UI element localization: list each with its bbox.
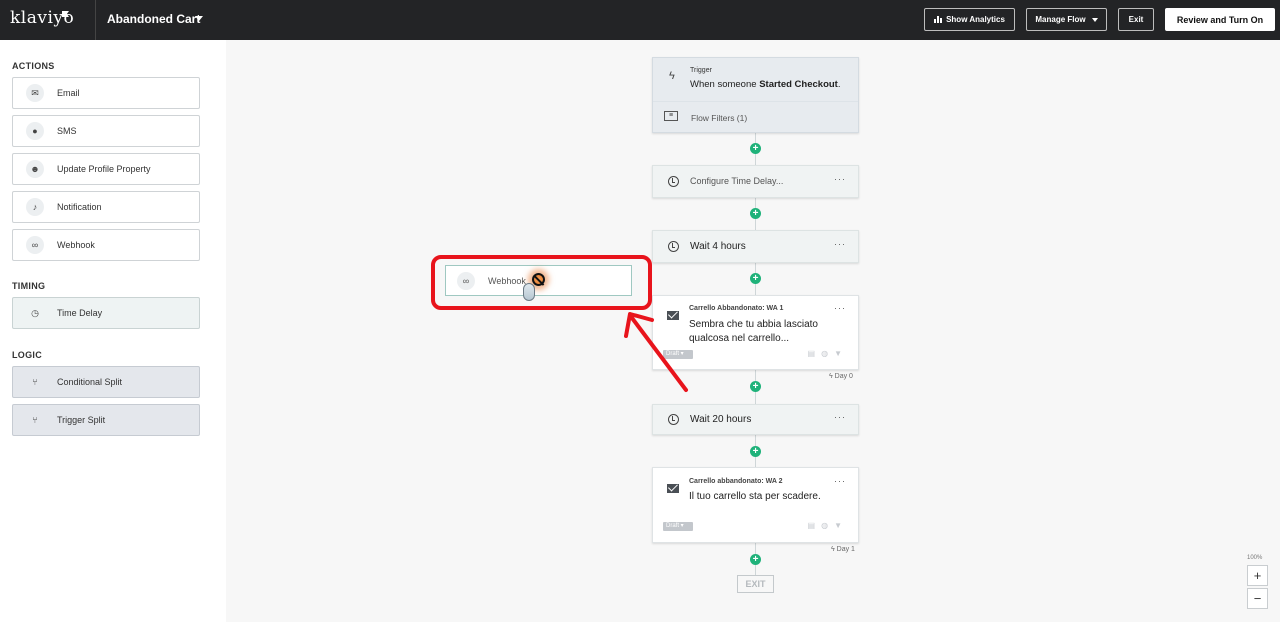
configure-time-delay-card[interactable]: Configure Time Delay... ··· [652, 165, 859, 198]
sidebar-item-label: Time Delay [57, 308, 103, 318]
status-label: Draft [666, 523, 680, 529]
review-and-turn-on-button[interactable]: Review and Turn On [1165, 8, 1275, 31]
chevron-down-icon[interactable] [195, 16, 203, 21]
sidebar-item-sms[interactable]: ● SMS [12, 115, 200, 147]
draft-status-badge[interactable]: Draft ▾ [663, 522, 693, 531]
wait-20-hours-card[interactable]: Wait 20 hours ··· [652, 404, 859, 435]
sidebar-item-label: Trigger Split [57, 415, 106, 425]
sidebar-item-trigger-split[interactable]: ⑂ Trigger Split [12, 404, 200, 436]
email-preview: Il tuo carrello sta per scadere. [689, 491, 821, 502]
sidebar-item-update-profile-property[interactable]: ☻ Update Profile Property [12, 153, 200, 185]
person-icon: ☻ [26, 160, 44, 178]
sidebar-item-time-delay[interactable]: ◷ Time Delay [12, 297, 200, 329]
exit-button[interactable]: Exit [1118, 8, 1154, 31]
timing-heading: TIMING [12, 281, 46, 291]
email-stats-icons: ▤◍▼ [807, 521, 848, 530]
wait-label: Wait 20 hours [690, 414, 752, 425]
add-step-button[interactable]: + [750, 554, 761, 565]
sidebar: ACTIONS ✉ Email ● SMS ☻ Update Profile P… [0, 40, 226, 622]
day-value: Day 0 [834, 373, 853, 380]
sidebar-item-label: Update Profile Property [57, 164, 151, 174]
wait-4-hours-card[interactable]: Wait 4 hours ··· [652, 230, 859, 263]
more-options-icon[interactable]: ··· [834, 412, 846, 422]
sidebar-item-label: Email [57, 88, 80, 98]
sidebar-item-email[interactable]: ✉ Email [12, 77, 200, 109]
trigger-split-icon: ⑂ [32, 415, 38, 425]
day-value: Day 1 [836, 546, 855, 553]
trigger-kicker: Trigger [690, 67, 712, 74]
trigger-event: Started Checkout [759, 79, 838, 90]
add-step-button[interactable]: + [750, 381, 761, 392]
trigger-description: When someone Started Checkout. [690, 79, 840, 90]
day-label: ϟ Day 1 [831, 546, 855, 553]
more-options-icon[interactable]: ··· [834, 174, 846, 184]
divider [95, 0, 96, 40]
zoom-in-button[interactable]: + [1247, 565, 1268, 586]
trigger-text-suffix: . [837, 79, 841, 90]
manage-flow-button[interactable]: Manage Flow [1026, 8, 1107, 31]
analytics-icon [934, 16, 943, 23]
split-icon: ⑂ [32, 377, 38, 387]
flow-name-dropdown[interactable]: Abandoned Cart [107, 12, 200, 26]
wait-label: Wait 4 hours [690, 241, 746, 252]
more-options-icon[interactable]: ··· [834, 303, 846, 313]
sidebar-item-label: Notification [57, 202, 102, 212]
review-label: Review and Turn On [1176, 14, 1264, 25]
bell-icon: ♪ [26, 198, 44, 216]
logic-heading: LOGIC [12, 350, 42, 360]
email-name: Carrello abbandonato: WA 2 [689, 478, 783, 485]
email-preview: Sembra che tu abbia lasciato qualcosa ne… [689, 319, 818, 344]
sidebar-item-label: SMS [57, 126, 77, 136]
show-analytics-label: Show Analytics [946, 15, 1005, 24]
manage-flow-label: Manage Flow [1035, 15, 1086, 24]
clock-icon [668, 414, 679, 425]
filter-icon: ≡ [664, 111, 678, 121]
more-options-icon[interactable]: ··· [834, 476, 846, 486]
clock-icon [668, 176, 679, 187]
sidebar-item-label: Conditional Split [57, 377, 123, 387]
email-name: Carrello Abbandonato: WA 1 [689, 305, 784, 312]
actions-heading: ACTIONS [12, 61, 55, 71]
zoom-level: 100% [1247, 555, 1263, 561]
annotation-arrow-icon [624, 312, 688, 392]
lightning-icon: ϟ [669, 70, 675, 82]
sidebar-item-conditional-split[interactable]: ⑂ Conditional Split [12, 366, 200, 398]
chevron-down-icon [1091, 17, 1098, 22]
envelope-icon: ✉ [26, 84, 44, 102]
more-options-icon[interactable]: ··· [834, 239, 846, 249]
exit-label: Exit [1128, 15, 1144, 24]
mouse-cursor-icon [523, 283, 535, 301]
add-step-button[interactable]: + [750, 446, 761, 457]
chat-icon: ● [26, 122, 44, 140]
add-step-button[interactable]: + [750, 143, 761, 154]
add-step-button[interactable]: + [750, 273, 761, 284]
email-card[interactable]: Carrello abbandonato: WA 2 ··· Il tuo ca… [652, 467, 859, 543]
flow-exit-node: EXIT [737, 575, 774, 593]
flow-filters-link[interactable]: Flow Filters (1) [691, 113, 747, 123]
sidebar-item-label: Webhook [57, 240, 95, 250]
top-bar: klaviyo Abandoned Cart Show Analytics Ma… [0, 0, 1280, 40]
sidebar-item-webhook[interactable]: ∞ Webhook [12, 229, 200, 261]
sidebar-item-notification[interactable]: ♪ Notification [12, 191, 200, 223]
divider [653, 101, 858, 102]
envelope-icon [667, 484, 679, 493]
show-analytics-button[interactable]: Show Analytics [924, 8, 1015, 31]
clock-icon: ◷ [31, 307, 39, 318]
add-step-button[interactable]: + [750, 208, 761, 219]
day-label: ϟ Day 0 [829, 373, 853, 380]
email-stats-icons: ▤◍▼ [807, 349, 848, 358]
webhook-icon: ∞ [26, 236, 44, 254]
trigger-text-prefix: When someone [690, 79, 760, 90]
configure-delay-label: Configure Time Delay... [690, 176, 784, 186]
zoom-out-button[interactable]: − [1247, 588, 1268, 609]
not-allowed-cursor-icon [532, 273, 545, 286]
clock-icon [668, 241, 679, 252]
trigger-card[interactable]: ϟ Trigger When someone Started Checkout.… [652, 57, 859, 133]
